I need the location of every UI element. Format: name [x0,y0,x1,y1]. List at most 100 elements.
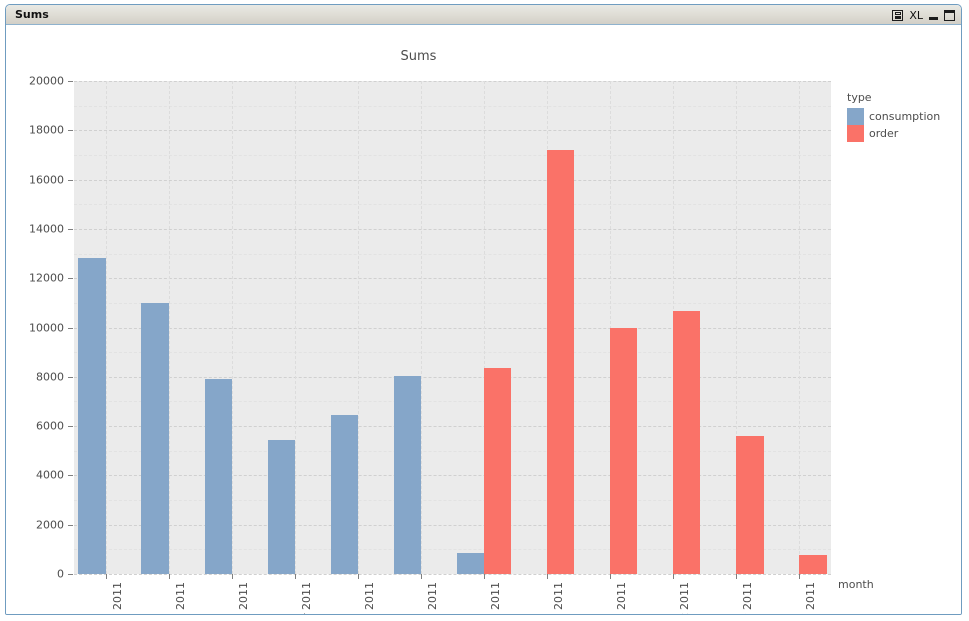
x-axis-tick-mark [168,574,170,579]
gridline-minor [74,204,831,206]
legend-key [847,108,864,125]
y-axis-tick-label: 14000 [29,222,64,236]
vertical-gridline [294,81,296,574]
x-axis-tick-mark [357,574,359,579]
x-axis-tick-label: Jun 2011 [425,582,439,615]
x-axis-tick-mark [294,574,296,579]
vertical-gridline [799,81,801,574]
vertical-gridline [105,81,107,574]
gridline-minor [74,549,831,551]
x-axis-tick-mark [547,574,549,579]
vertical-gridline [357,81,359,574]
chart-title: Sums [400,49,437,64]
gridline-minor [74,302,831,304]
bar [736,436,764,574]
gridline-major [74,130,831,132]
x-axis-tick-mark [231,574,233,579]
y-axis-tick-label: 18000 [29,123,64,137]
y-axis-tick-label: 16000 [29,173,64,187]
window-titlebar: Sums XL [6,5,961,25]
bar [456,553,485,574]
y-axis-tick-mark [68,426,73,428]
copy-to-clipboard-icon[interactable] [892,9,904,21]
gridline-major [74,278,831,280]
y-axis-tick-mark [68,475,73,477]
x-axis-tick-label: Mai 2011 [362,582,376,615]
bar [393,375,421,574]
legend: type consumption order [847,91,961,142]
window-controls: XL [892,5,955,25]
plot-panel [74,81,831,575]
y-axis-tick-label: 0 [57,567,64,581]
x-axis-tick-mark [484,574,486,579]
gridline-major [74,228,831,230]
x-axis-tick-label: Jul 2011 [489,582,503,615]
x-axis-tick-label: Mrz 2011 [236,582,250,615]
y-axis-tick-label: 4000 [36,468,64,482]
minimize-icon[interactable] [929,11,938,20]
legend-label: order [869,127,899,140]
y-axis-tick-mark [68,327,73,329]
x-axis-tick-label: Okt 2011 [678,582,692,615]
y-axis-tick-mark [68,376,73,378]
bar [484,368,512,574]
x-axis-tick-mark [610,574,612,579]
vertical-gridline [420,81,422,574]
y-axis-tick-mark [68,574,73,575]
x-axis-tick-mark [420,574,422,579]
x-axis-tick-label: Apr 2011 [299,582,313,615]
gridline-minor [74,450,831,452]
bar [78,258,106,574]
bar [204,379,232,574]
y-axis-tick-label: 10000 [29,321,64,334]
y-axis-tick-mark [68,179,73,181]
gridline-minor [74,352,831,354]
gridline-minor [74,154,831,156]
x-axis-tick-label: Dez 2011 [804,582,818,615]
y-axis-tick-label: 8000 [36,370,64,384]
gridline-major [74,376,831,378]
chart-window: Sums XL Sums 0 2000 4000 6000 8000 10000 12000… [5,4,962,615]
bar [673,311,701,574]
y-axis-tick-mark [68,130,73,132]
legend-swatch [847,108,864,125]
vertical-gridline [231,81,233,574]
bar [547,150,575,574]
x-axis-tick-label: Sep 2011 [615,582,629,615]
maximize-icon[interactable] [944,9,955,21]
gridline-minor [74,401,831,403]
bar [267,439,295,574]
gridline-minor [74,105,831,107]
x-axis-tick-mark [105,574,107,579]
gridline-minor [74,253,831,255]
y-axis-tick-label: 6000 [36,419,64,433]
gridline-major [74,426,831,428]
x-axis-tick-label: Jan 2011 [110,582,124,615]
x-axis-tick-mark [799,574,801,579]
window-title: Sums [15,8,49,21]
gridline-major [74,574,831,575]
bar [330,414,358,574]
x-axis-tick-label: Feb 2011 [173,582,187,615]
legend-item: consumption [847,108,961,125]
y-axis-tick-mark [68,524,73,526]
legend-items: consumption order [847,108,961,142]
plot-area: Sums 0 2000 4000 6000 8000 10000 12000 14000 160… [6,25,961,615]
legend-label: consumption [869,110,941,123]
y-axis-tick-label: 12000 [29,271,64,285]
bar [141,302,169,574]
y-axis-tick-mark [68,278,73,280]
gridline-major [74,327,831,329]
x-axis-tick-mark [673,574,675,579]
gridline-major [74,475,831,477]
x-axis-title: month [838,578,874,591]
y-axis-tick-label: 2000 [36,518,64,532]
y-axis: 0 2000 4000 6000 8000 10000 12000 14000 16000 180… [6,75,64,581]
bar [610,328,638,574]
legend-item: order [847,125,961,142]
vertical-gridline [168,81,170,574]
gridline-minor [74,500,831,502]
export-xl-icon[interactable]: XL [909,10,923,21]
x-axis-tick-label: Nov 2011 [741,582,755,615]
x-axis-tick-label: Aug 2011 [552,582,566,615]
